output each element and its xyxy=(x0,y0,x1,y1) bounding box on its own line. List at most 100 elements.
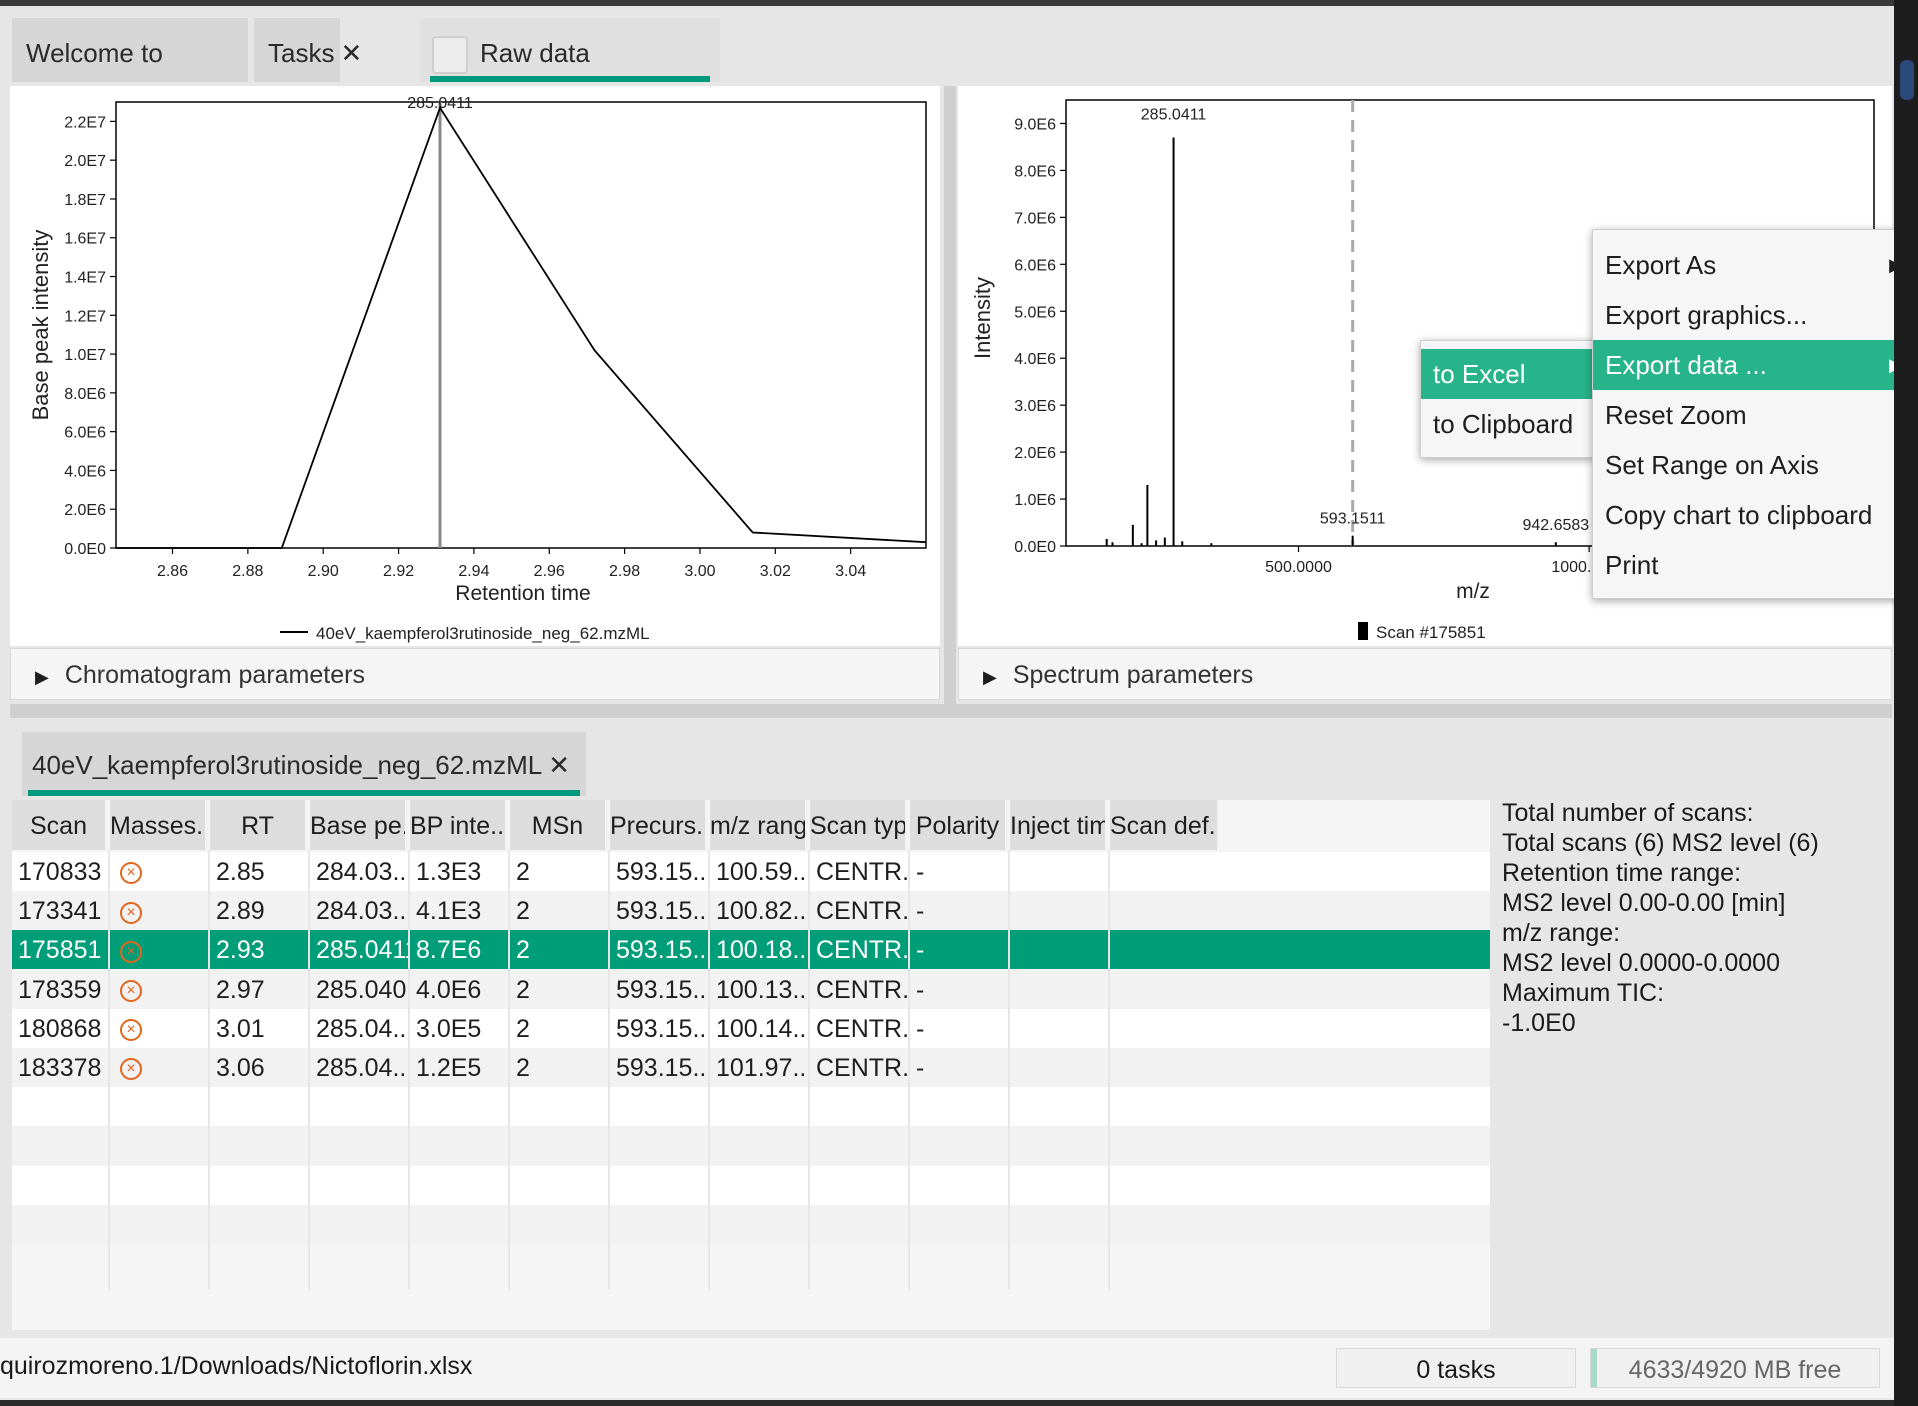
chromatogram-parameters-toggle[interactable]: ▶ Chromatogram parameters xyxy=(10,648,940,700)
x-circle-icon: × xyxy=(120,1019,142,1042)
peak-mz-label: 593.1511 xyxy=(1320,511,1386,528)
chart-context-menu: Export As▶ Export graphics... Export dat… xyxy=(1592,229,1894,599)
tab-welcome[interactable]: Welcome to MZmine 3✕ xyxy=(12,18,248,138)
tab-raw-file[interactable]: 40eV_kaempferol3rutinoside_neg_62.mzML ✕ xyxy=(22,732,587,796)
x-tick-label: 2.90 xyxy=(308,563,339,580)
memory-label: 4633/4920 MB free xyxy=(1628,1356,1842,1384)
close-icon[interactable]: ✕ xyxy=(340,38,362,68)
x-tick-label: 2.94 xyxy=(458,563,489,580)
export-data-submenu: to Excel to Clipboard xyxy=(1420,340,1596,458)
status-message: quirozmoreno.1/Downloads/Nictoflorin.xls… xyxy=(0,1352,473,1380)
menu-item-reset-zoom[interactable]: Reset Zoom xyxy=(1593,390,1894,440)
cell-msn: 2 xyxy=(516,897,530,926)
y-tick-label: 2.0E7 xyxy=(64,153,106,170)
cell-base-peak: 285.0411 xyxy=(316,936,408,965)
column-header-msn[interactable]: MSn xyxy=(510,800,608,850)
cell-bp-intensity: 1.2E5 xyxy=(416,1054,482,1082)
column-header-masses[interactable]: Masses... xyxy=(110,800,208,850)
peak-mz-label: 942.6583 xyxy=(1522,517,1589,534)
column-divider xyxy=(408,850,410,1290)
table-row[interactable]: 175851 × 2.93 285.0411 8.7E6 2 593.15... 100.18… xyxy=(12,930,1490,970)
table-row[interactable]: 178359 × 2.97 285.0401 4.0E6 2 593.15... 100.13… xyxy=(12,969,1490,1009)
y-tick-label: 8.0E6 xyxy=(64,386,106,403)
menu-item-print[interactable]: Print xyxy=(1593,540,1894,590)
menu-item-label: Set Range on Axis xyxy=(1605,450,1819,480)
menu-item-export-graphics[interactable]: Export graphics... xyxy=(1593,290,1894,340)
column-header-scan[interactable]: Scan xyxy=(12,800,108,850)
tab-tasks-label: Tasks xyxy=(268,38,335,68)
table-row[interactable] xyxy=(12,1165,1490,1205)
cell-scan-type: CENTR... xyxy=(816,936,908,965)
x-tick-label: 3.00 xyxy=(684,563,715,580)
info-line: m/z range: xyxy=(1502,919,1621,947)
table-row[interactable] xyxy=(12,1126,1490,1166)
plot-splitter[interactable] xyxy=(944,86,956,706)
info-line: -1.0E0 xyxy=(1502,1009,1576,1037)
cell-msn: 2 xyxy=(516,975,530,1004)
info-line: MS2 level 0.0000-0.0000 xyxy=(1502,949,1780,977)
cell-masses: × xyxy=(110,930,208,969)
tab-detach-icon[interactable] xyxy=(432,36,468,75)
cell-precursor: 593.15... xyxy=(616,975,708,1004)
table-row[interactable]: 180868 × 3.01 285.04... 3.0E5 2 593.15... 100.1… xyxy=(12,1008,1490,1048)
cell-scan: 175851 xyxy=(18,936,102,965)
column-header-scan-definition[interactable]: Scan def... xyxy=(1110,800,1220,850)
peak-label: 285.0411 xyxy=(407,95,473,112)
horizontal-splitter[interactable] xyxy=(10,704,1892,718)
cell-masses: × xyxy=(110,1009,208,1048)
y-tick-label: 7.0E6 xyxy=(1014,210,1056,227)
column-header-bp-intensity[interactable]: BP inte... xyxy=(410,800,508,850)
column-header-base-peak[interactable]: Base pe... xyxy=(310,800,408,850)
y-tick-label: 9.0E6 xyxy=(1014,116,1056,133)
table-row[interactable] xyxy=(12,1087,1490,1127)
menu-item-export-as[interactable]: Export As▶ xyxy=(1593,240,1894,290)
task-count[interactable]: 0 tasks xyxy=(1336,1348,1576,1388)
cell-msn: 2 xyxy=(516,858,530,886)
cell-scan-definition xyxy=(1110,891,1220,930)
x-tick-label: 2.98 xyxy=(609,563,640,580)
cell-precursor: 593.15... xyxy=(616,1014,708,1043)
memory-indicator[interactable]: 4633/4920 MB free xyxy=(1590,1348,1880,1388)
window-top-edge xyxy=(0,0,1918,6)
table-row[interactable]: 170833 × 2.85 284.03... 1.3E3 2 593.15... 100.5… xyxy=(12,852,1490,891)
menu-item-copy-chart[interactable]: Copy chart to clipboard xyxy=(1593,490,1894,540)
cell-scan-type: CENTR... xyxy=(816,897,908,926)
cell-masses: × xyxy=(110,1048,208,1087)
chromatogram-plot[interactable]: 0.0E0 2.0E6 4.0E6 6.0E6 8.0E6 1.0E7 1.2E7 1.4E7… xyxy=(10,86,940,646)
menu-item-to-clipboard[interactable]: to Clipboard xyxy=(1421,399,1595,449)
memory-bar-fill xyxy=(1591,1349,1597,1387)
column-header-polarity[interactable]: Polarity xyxy=(910,800,1008,850)
tab-tasks[interactable]: Tasks ✕ xyxy=(254,18,362,82)
close-icon[interactable]: ✕ xyxy=(548,750,570,780)
column-divider xyxy=(1008,850,1010,1290)
cell-scan-type: CENTR... xyxy=(816,858,908,886)
spectrum-parameters-toggle[interactable]: ▶ Spectrum parameters xyxy=(958,648,1892,700)
cell-polarity: - xyxy=(916,975,925,1004)
menu-item-to-excel[interactable]: to Excel xyxy=(1421,349,1595,399)
table-row[interactable] xyxy=(12,1204,1490,1244)
column-header-scan-type[interactable]: Scan type xyxy=(810,800,908,850)
cell-scan: 170833 xyxy=(18,858,102,886)
column-header-precursor[interactable]: Precurs... xyxy=(610,800,708,850)
cell-scan: 178359 xyxy=(18,975,102,1004)
x-tick-label: 500.0000 xyxy=(1265,559,1332,576)
table-row[interactable]: 183378 × 3.06 285.04... 1.2E5 2 593.15... 101.9… xyxy=(12,1048,1490,1087)
x-tick-label: 2.86 xyxy=(157,563,188,580)
cell-scan-type: CENTR... xyxy=(816,1014,908,1043)
column-header-inject-time[interactable]: Inject time xyxy=(1010,800,1108,850)
cell-base-peak: 284.03... xyxy=(316,858,408,886)
menu-item-set-range[interactable]: Set Range on Axis xyxy=(1593,440,1894,490)
background-app-icon xyxy=(1900,60,1914,100)
cell-scan: 173341 xyxy=(18,897,102,926)
column-header-rt[interactable]: RT xyxy=(210,800,308,850)
cell-rt: 2.97 xyxy=(216,975,265,1004)
tab-raw-data-overview[interactable]: Raw data overview✕ xyxy=(420,18,720,138)
column-header-mz-range[interactable]: m/z range xyxy=(710,800,808,850)
cell-rt: 3.01 xyxy=(216,1014,265,1043)
menu-item-export-data[interactable]: Export data ...▶ xyxy=(1593,340,1894,390)
cell-polarity: - xyxy=(916,1014,925,1043)
x-tick-label: 2.96 xyxy=(534,563,565,580)
info-line: Maximum TIC: xyxy=(1502,979,1665,1007)
table-row[interactable]: 173341 × 2.89 284.03... 4.1E3 2 593.15... 100.8… xyxy=(12,891,1490,931)
menu-item-label: Print xyxy=(1605,550,1659,580)
